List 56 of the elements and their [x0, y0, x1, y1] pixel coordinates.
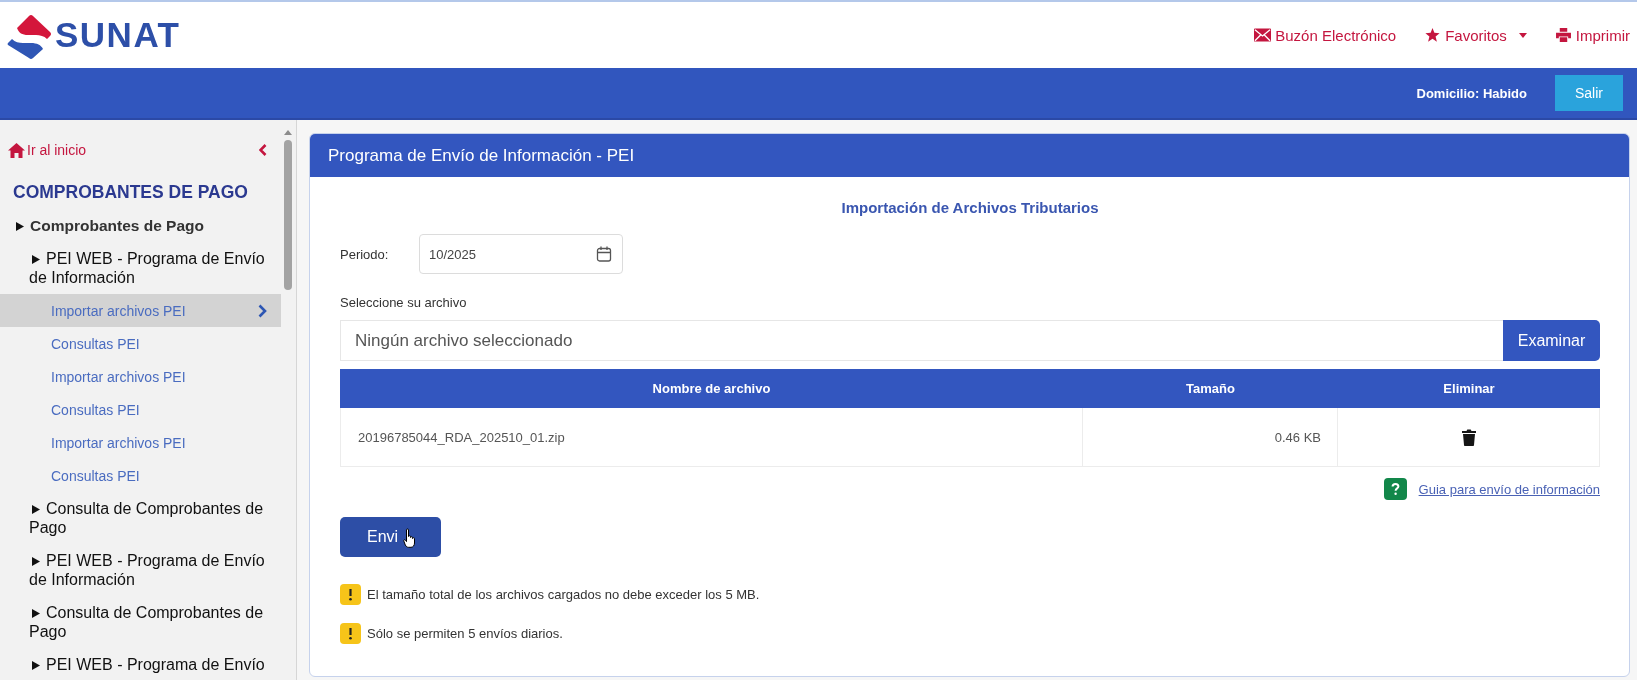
home-link[interactable]: Ir al inicio: [8, 142, 87, 158]
trash-icon[interactable]: [1461, 428, 1476, 446]
menu-link[interactable]: Consultas PEI: [0, 459, 281, 492]
note-text: El tamaño total de los archivos cargados no debe exceder los 5 MB.: [367, 587, 760, 602]
warning-icon: [340, 623, 361, 644]
triangle-icon: [32, 505, 40, 514]
send-button[interactable]: Envi: [340, 517, 441, 557]
triangle-icon: [32, 609, 40, 618]
triangle-icon: [32, 661, 40, 670]
tree-item[interactable]: PEI WEB - Programa de Envío de Información: [0, 544, 281, 596]
column-header: Nombre de archivo: [340, 369, 1083, 408]
period-label: Periodo:: [340, 246, 390, 262]
triangle-icon: [16, 222, 24, 231]
menu-link[interactable]: Consultas PEI: [0, 327, 281, 360]
guide-link[interactable]: Guia para envío de información: [1418, 481, 1600, 497]
calendar-icon[interactable]: [596, 246, 612, 262]
warning-icon: [340, 584, 361, 605]
period-field[interactable]: 10/2025: [419, 234, 623, 274]
column-header: Eliminar: [1338, 369, 1600, 408]
triangle-icon: [32, 557, 40, 566]
scrollbar-thumb[interactable]: [284, 140, 292, 290]
chevron-right-icon: [258, 303, 267, 318]
table-cell: 0.46 KB: [1083, 408, 1338, 467]
envelope-icon: [1254, 28, 1272, 42]
address-status: Domicilio: Habido: [1416, 85, 1527, 101]
logo-text: SUNAT: [55, 15, 181, 55]
section-heading: Importación de Archivos Tributarios: [840, 198, 1100, 218]
tree-item[interactable]: PEI WEB - Programa de Envío: [0, 648, 281, 680]
hand-cursor-icon: [403, 528, 417, 548]
scroll-up-icon[interactable]: [284, 130, 292, 135]
mailbox-link[interactable]: Buzón Electrónico: [1254, 26, 1397, 44]
star-icon: [1424, 28, 1442, 42]
panel-title: Programa de Envío de Información - PEI: [310, 134, 1629, 177]
menu-link[interactable]: Importar archivos PEI: [0, 426, 281, 459]
caret-icon: [1518, 32, 1527, 38]
tree-item[interactable]: Comprobantes de Pago: [0, 209, 281, 242]
note-text: Sólo se permiten 5 envíos diarios.: [367, 626, 563, 641]
printer-icon: [1554, 28, 1572, 42]
chevron-left-icon[interactable]: [259, 144, 267, 156]
tree-item[interactable]: Consulta de Comprobantes de Pago: [0, 596, 281, 648]
print-link[interactable]: Imprimir: [1554, 26, 1630, 44]
column-header: Tamaño: [1083, 369, 1338, 408]
triangle-icon: [32, 255, 40, 264]
menu-link[interactable]: Importar archivos PEI: [0, 294, 281, 327]
menu-link[interactable]: Importar archivos PEI: [0, 360, 281, 393]
browse-button[interactable]: Examinar: [1503, 320, 1600, 361]
tree-item[interactable]: PEI WEB - Programa de Envío de Información: [0, 242, 281, 294]
help-icon: [1383, 478, 1407, 500]
section-title: COMPROBANTES DE PAGO: [12, 181, 249, 203]
table-cell: 20196785044_RDA_202510_01.zip: [340, 408, 1083, 467]
tree-item[interactable]: Consulta de Comprobantes de Pago: [0, 492, 281, 544]
file-name-field[interactable]: Ningún archivo seleccionado: [340, 320, 1503, 361]
menu-link[interactable]: Consultas PEI: [0, 393, 281, 426]
favorites-menu[interactable]: Favoritos: [1424, 26, 1527, 44]
home-icon: [8, 142, 25, 158]
file-label: Seleccione su archivo: [340, 295, 468, 311]
